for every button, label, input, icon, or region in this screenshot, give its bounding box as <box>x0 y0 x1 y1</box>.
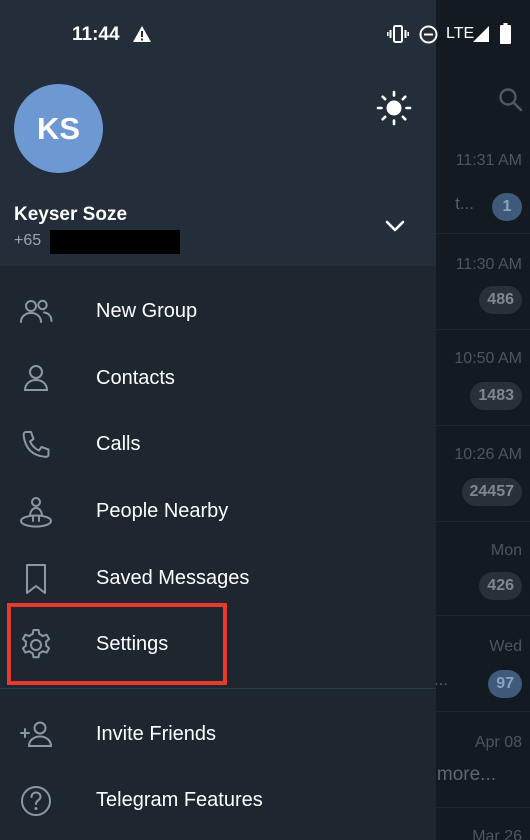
group-icon <box>20 299 53 323</box>
user-phone: +65 <box>14 232 42 249</box>
search-icon[interactable] <box>497 86 525 114</box>
sun-icon[interactable] <box>376 90 412 126</box>
help-icon <box>21 786 51 816</box>
settings-highlight-box <box>7 603 227 685</box>
menu-item-invite-friends[interactable]: Invite Friends <box>0 702 436 768</box>
phone-redaction <box>50 230 180 254</box>
navigation-drawer: KS Keyser Soze +65 New Group Contacts Ca… <box>0 0 436 840</box>
menu-label: Saved Messages <box>96 567 250 589</box>
chevron-down-icon[interactable] <box>383 216 407 236</box>
chat-row[interactable]: 10:26 AM 24457 <box>436 426 530 522</box>
chat-time: Mon <box>490 542 522 559</box>
chat-row[interactable]: Wed r... 97 <box>429 616 530 712</box>
battery-icon <box>500 23 511 44</box>
bookmark-icon <box>26 564 46 594</box>
network-type: LTE <box>446 25 475 42</box>
chat-row[interactable]: Apr 08 more... <box>436 712 530 808</box>
chat-row[interactable]: 10:50 AM 1483 <box>436 330 530 426</box>
unread-badge: 486 <box>479 286 522 314</box>
status-bar: 11:44 LTE <box>0 0 530 68</box>
status-time: 11:44 <box>72 24 120 45</box>
chat-time: Apr 08 <box>474 734 522 751</box>
chat-time: Wed <box>489 638 522 655</box>
chat-time: 11:31 AM <box>455 152 522 169</box>
user-name: Keyser Soze <box>14 204 128 225</box>
chat-row[interactable]: 11:31 AM t... 1 <box>436 140 530 234</box>
person-icon <box>23 365 49 391</box>
chat-row[interactable]: Mon 426 <box>436 522 530 616</box>
chat-row[interactable]: 11:30 AM 486 <box>436 234 530 330</box>
menu-label: Calls <box>96 433 141 455</box>
vibrate-icon <box>387 25 409 43</box>
avatar[interactable]: KS <box>14 84 103 173</box>
unread-badge: 1 <box>492 193 522 221</box>
menu-label: Invite Friends <box>96 723 217 745</box>
chat-time: 10:26 AM <box>454 446 522 463</box>
unread-badge: 24457 <box>461 478 522 506</box>
menu-label: Telegram Features <box>96 789 263 811</box>
menu-item-people-nearby[interactable]: People Nearby <box>0 479 436 545</box>
chat-time: Mar 26 <box>472 828 522 840</box>
unread-badge: 426 <box>479 572 522 600</box>
menu-item-new-group[interactable]: New Group <box>0 279 436 345</box>
menu-label: New Group <box>96 300 198 322</box>
divider <box>0 688 436 689</box>
chat-time: 11:30 AM <box>455 256 522 273</box>
chat-preview: more... <box>436 764 496 785</box>
menu-item-telegram-features[interactable]: Telegram Features <box>0 768 436 834</box>
menu-item-contacts[interactable]: Contacts <box>0 346 436 412</box>
menu-item-calls[interactable]: Calls <box>0 412 436 478</box>
menu-label: Contacts <box>96 367 175 389</box>
chat-time: 10:50 AM <box>454 350 522 367</box>
add-person-icon <box>20 721 53 747</box>
warning-icon <box>133 26 151 42</box>
signal-icon <box>473 26 489 42</box>
phone-icon <box>22 431 50 458</box>
menu-label: People Nearby <box>96 500 229 522</box>
unread-badge: 1483 <box>470 382 522 410</box>
chat-row[interactable]: Mar 26 <box>436 808 530 840</box>
chat-preview: t... <box>455 194 474 213</box>
do-not-disturb-icon <box>419 25 438 44</box>
people-nearby-icon <box>20 497 52 528</box>
unread-badge: 97 <box>488 670 522 698</box>
